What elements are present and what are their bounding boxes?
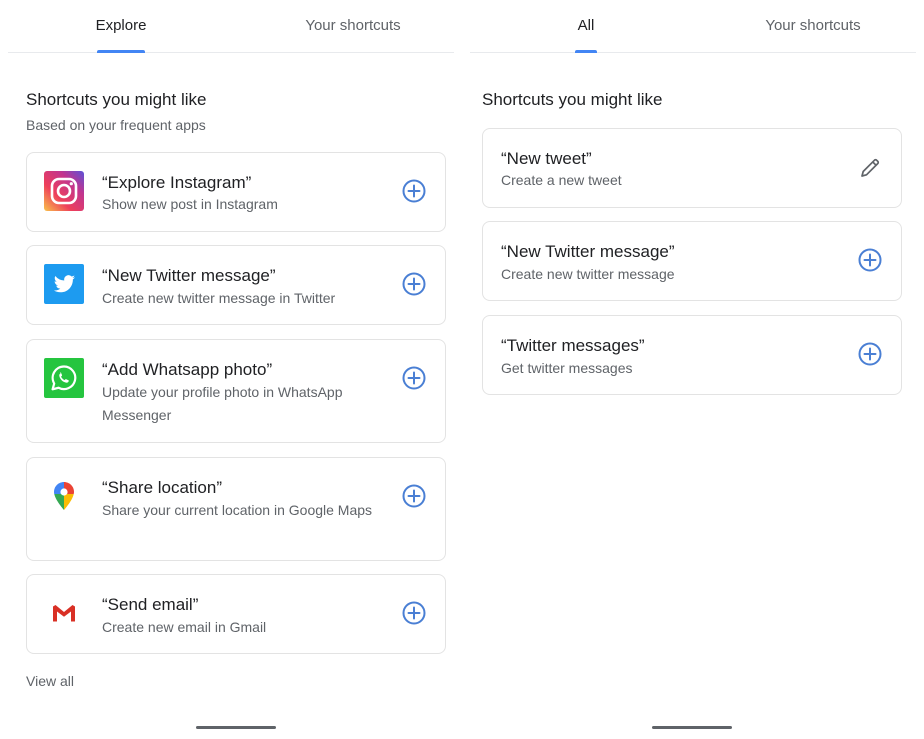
view-all-link[interactable]: View all [26,673,74,689]
add-circle-icon[interactable] [401,483,427,509]
shortcut-description: Create new twitter message in Twitter [102,290,336,306]
shortcut-description: Show new post in Instagram [102,196,278,212]
tab-label: Explore [95,17,147,34]
section-title: Shortcuts you might like [482,90,663,109]
shortcut-title: “New Twitter message” [501,242,675,261]
add-circle-icon[interactable] [401,365,427,391]
tab-active-indicator [575,50,597,53]
shortcut-card[interactable]: “New Twitter message” Create new twitter… [482,221,902,301]
shortcut-description: Get twitter messages [501,360,633,376]
twitter-icon [44,264,84,304]
left-screen: Explore Your shortcuts Shortcuts you mig… [0,0,462,739]
shortcut-description: Create new email in Gmail [102,619,267,635]
shortcut-card[interactable]: “New Twitter message” Create new twitter… [26,245,446,325]
shortcut-card[interactable]: “Send email” Create new email in Gmail [26,574,446,654]
shortcut-description: Create a new tweet [501,172,622,188]
tab-active-indicator [97,50,145,53]
shortcut-title: “Twitter messages” [501,336,645,355]
shortcut-title: “Send email” [102,595,199,614]
tab-label: Your shortcuts [305,17,401,34]
shortcut-title: “New tweet” [501,149,592,168]
instagram-icon [44,171,84,211]
shortcut-card[interactable]: “Add Whatsapp photo” Update your profile… [26,339,446,443]
home-indicator[interactable] [652,726,732,729]
shortcut-title: “Explore Instagram” [102,173,252,192]
add-circle-icon[interactable] [857,341,883,367]
shortcut-description: Update your profile photo in WhatsApp Me… [102,384,343,423]
section-title: Shortcuts you might like [26,90,207,109]
add-circle-icon[interactable] [401,178,427,204]
edit-pencil-icon[interactable] [857,155,883,181]
whatsapp-icon [44,358,84,398]
gmail-icon [44,593,84,633]
tab-explore[interactable]: Explore [58,0,184,53]
shortcut-title: “Share location” [102,478,223,497]
shortcut-card[interactable]: “New tweet” Create a new tweet [482,128,902,208]
tab-bar: All Your shortcuts [470,0,916,53]
add-circle-icon[interactable] [401,271,427,297]
shortcut-title: “New Twitter message” [102,266,276,285]
shortcut-card[interactable]: “Twitter messages” Get twitter messages [482,315,902,395]
shortcut-description: Share your current location in Google Ma… [102,502,373,518]
shortcut-description: Create new twitter message [501,266,675,282]
shortcut-card[interactable]: “Explore Instagram” Show new post in Ins… [26,152,446,232]
add-circle-icon[interactable] [857,247,883,273]
section-subtitle: Based on your frequent apps [26,117,206,133]
right-screen: All Your shortcuts Shortcuts you might l… [462,0,924,739]
home-indicator[interactable] [196,726,276,729]
shortcut-card[interactable]: “Share location” Share your current loca… [26,457,446,561]
tab-your-shortcuts[interactable]: Your shortcuts [278,0,428,52]
google-maps-icon [44,476,84,516]
add-circle-icon[interactable] [401,600,427,626]
shortcut-title: “Add Whatsapp photo” [102,360,273,379]
tab-label: All [577,17,595,34]
tab-all[interactable]: All [536,0,636,53]
tab-your-shortcuts[interactable]: Your shortcuts [738,0,888,52]
tab-bar: Explore Your shortcuts [8,0,454,53]
tab-label: Your shortcuts [765,17,861,34]
